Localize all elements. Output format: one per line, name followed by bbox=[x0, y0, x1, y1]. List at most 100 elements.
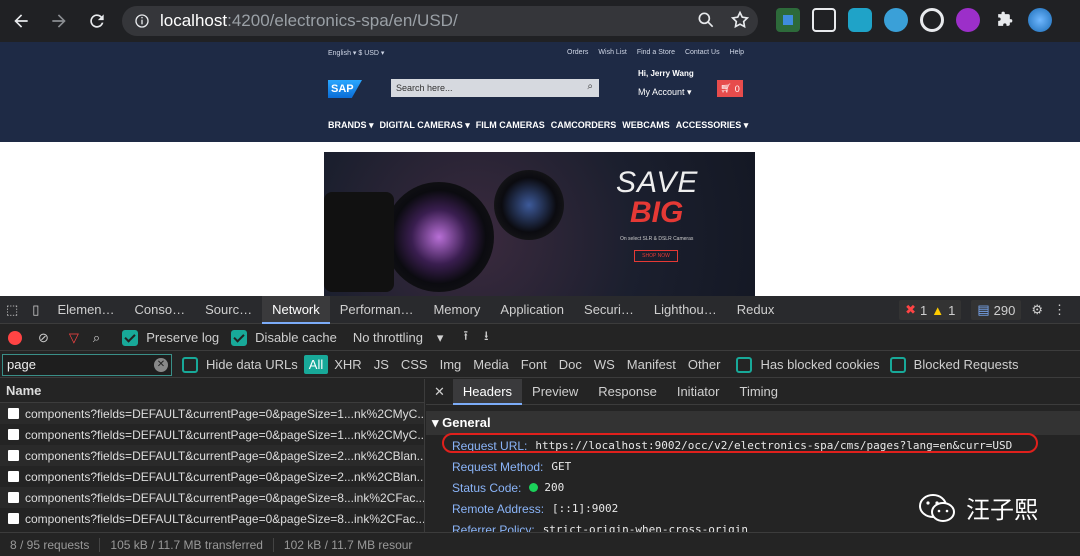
nav-brands[interactable]: BRANDS ▾ bbox=[328, 120, 374, 131]
extension-target-icon[interactable] bbox=[920, 8, 944, 32]
tab-elements[interactable]: Elemen… bbox=[47, 296, 124, 324]
more-options-icon[interactable]: ⋮ bbox=[1053, 302, 1066, 318]
request-row[interactable]: components?fields=DEFAULT&currentPage=0&… bbox=[0, 487, 424, 508]
tab-memory[interactable]: Memory bbox=[423, 296, 490, 324]
device-toolbar-icon[interactable]: ▯ bbox=[24, 296, 47, 324]
type-filter-xhr[interactable]: XHR bbox=[328, 357, 367, 372]
extension-house-icon[interactable] bbox=[848, 8, 872, 32]
type-filter-js[interactable]: JS bbox=[368, 357, 395, 372]
tab-security[interactable]: Securi… bbox=[574, 296, 644, 324]
export-har-icon[interactable]: ⭳ bbox=[484, 327, 489, 349]
tab-preview[interactable]: Preview bbox=[522, 379, 588, 405]
wechat-icon bbox=[919, 493, 955, 522]
message-count: 290 bbox=[993, 302, 1016, 318]
tab-lighthouse[interactable]: Lighthou… bbox=[644, 296, 727, 324]
clear-icon[interactable]: ⊘ bbox=[38, 330, 49, 346]
cart-button[interactable]: 🛒︎ 0 bbox=[717, 80, 743, 97]
link-contact-us[interactable]: Contact Us bbox=[685, 49, 720, 56]
nav-webcams[interactable]: WEBCAMS bbox=[622, 120, 670, 131]
type-filter-doc[interactable]: Doc bbox=[553, 357, 588, 372]
cart-icon: 🛒︎ bbox=[720, 83, 732, 93]
reload-button[interactable] bbox=[80, 4, 114, 38]
filter-icon[interactable]: ▽ bbox=[69, 330, 79, 346]
messages-badge[interactable]: ▤ 290 bbox=[971, 300, 1022, 320]
preserve-log-checkbox[interactable] bbox=[122, 329, 139, 346]
general-section-header[interactable]: ▾ General bbox=[426, 411, 1080, 435]
extension-monitor-icon[interactable] bbox=[812, 8, 836, 32]
extension-owl-icon[interactable] bbox=[884, 8, 908, 32]
filter-input[interactable]: page ✕ bbox=[2, 354, 172, 376]
link-wish-list[interactable]: Wish List bbox=[598, 49, 626, 56]
link-orders[interactable]: Orders bbox=[567, 49, 588, 56]
record-icon[interactable] bbox=[8, 330, 22, 345]
type-filter-css[interactable]: CSS bbox=[395, 357, 434, 372]
type-filter-all[interactable]: All bbox=[303, 355, 329, 374]
file-icon bbox=[8, 429, 19, 440]
inspect-element-icon[interactable]: ⬚ bbox=[0, 296, 24, 324]
type-filter-media[interactable]: Media bbox=[467, 357, 514, 372]
request-row[interactable]: components?fields=DEFAULT&currentPage=0&… bbox=[0, 466, 424, 487]
request-row[interactable]: components?fields=DEFAULT&currentPage=0&… bbox=[0, 424, 424, 445]
tab-redux[interactable]: Redux bbox=[727, 296, 785, 324]
request-count: 8 / 95 requests bbox=[0, 537, 101, 552]
has-blocked-cookies-checkbox[interactable] bbox=[736, 356, 753, 373]
link-help[interactable]: Help bbox=[730, 49, 744, 56]
extensions-puzzle-icon[interactable] bbox=[992, 8, 1016, 32]
sap-logo[interactable]: SAP bbox=[328, 80, 362, 98]
tab-performance[interactable]: Performan… bbox=[330, 296, 424, 324]
tab-application[interactable]: Application bbox=[490, 296, 574, 324]
extension-purple-icon[interactable] bbox=[956, 8, 980, 32]
nav-digital-cameras[interactable]: DIGITAL CAMERAS ▾ bbox=[380, 120, 470, 131]
nav-camcorders[interactable]: CAMCORDERS bbox=[551, 120, 617, 131]
tab-sources[interactable]: Sourc… bbox=[195, 296, 262, 324]
category-nav: BRANDS ▾ DIGITAL CAMERAS ▾ FILM CAMERAS … bbox=[328, 120, 748, 131]
type-filter-font[interactable]: Font bbox=[515, 357, 553, 372]
profile-avatar-icon[interactable] bbox=[1028, 8, 1052, 32]
address-bar[interactable]: localhost:4200/electronics-spa/en/USD/ bbox=[122, 6, 758, 36]
zoom-icon[interactable] bbox=[696, 10, 716, 30]
hide-data-urls-label: Hide data URLs bbox=[206, 357, 298, 372]
tab-initiator[interactable]: Initiator bbox=[667, 379, 730, 405]
close-details-icon[interactable]: ✕ bbox=[426, 384, 453, 400]
nav-film-cameras[interactable]: FILM CAMERAS bbox=[476, 120, 545, 131]
search-icon[interactable]: ⌕ bbox=[93, 330, 100, 346]
request-name: components?fields=DEFAULT&currentPage=0&… bbox=[25, 490, 424, 505]
import-har-icon[interactable]: ⭱ bbox=[463, 327, 468, 349]
shop-now-button[interactable]: SHOP NOW bbox=[634, 250, 678, 262]
site-search-input[interactable]: Search here... ⌕ bbox=[391, 79, 599, 97]
language-currency-selector[interactable]: English ▾ $ USD ▾ bbox=[328, 49, 384, 57]
request-row[interactable]: components?fields=DEFAULT&currentPage=0&… bbox=[0, 508, 424, 529]
name-column-header[interactable]: Name bbox=[0, 379, 424, 403]
file-icon bbox=[8, 471, 19, 482]
back-button[interactable] bbox=[4, 4, 38, 38]
arrow-right-icon bbox=[52, 14, 66, 28]
request-row[interactable]: components?fields=DEFAULT&currentPage=0&… bbox=[0, 403, 424, 424]
tab-timing[interactable]: Timing bbox=[729, 379, 788, 405]
type-filter-other[interactable]: Other bbox=[682, 357, 727, 372]
type-filter-manifest[interactable]: Manifest bbox=[621, 357, 682, 372]
tab-response[interactable]: Response bbox=[588, 379, 667, 405]
extension-redux-icon[interactable] bbox=[776, 8, 800, 32]
link-find-store[interactable]: Find a Store bbox=[637, 49, 675, 56]
my-account-menu[interactable]: My Account ▾ bbox=[638, 87, 694, 98]
request-list: Name components?fields=DEFAULT&currentPa… bbox=[0, 379, 425, 556]
clear-filter-icon[interactable]: ✕ bbox=[154, 358, 168, 372]
hide-data-urls-checkbox[interactable] bbox=[182, 356, 198, 373]
request-row[interactable]: components?fields=DEFAULT&currentPage=0&… bbox=[0, 445, 424, 466]
search-icon[interactable]: ⌕ bbox=[587, 81, 593, 92]
promo-banner[interactable]: SAVE BIG On select SLR & DSLR Cameras SH… bbox=[324, 152, 755, 296]
issues-badge[interactable]: ✖ 1 ▲ 1 bbox=[899, 300, 962, 320]
throttling-select[interactable]: No throttling ▾ bbox=[353, 330, 444, 346]
nav-accessories[interactable]: ACCESSORIES ▾ bbox=[676, 120, 749, 131]
tab-headers[interactable]: Headers bbox=[452, 378, 523, 405]
forward-button[interactable] bbox=[42, 4, 76, 38]
tab-console[interactable]: Conso… bbox=[125, 296, 196, 324]
bookmark-star-icon[interactable] bbox=[730, 10, 750, 30]
type-filter-img[interactable]: Img bbox=[434, 357, 468, 372]
disable-cache-checkbox[interactable] bbox=[231, 329, 248, 346]
blocked-requests-checkbox[interactable] bbox=[889, 356, 906, 373]
type-filter-ws[interactable]: WS bbox=[588, 357, 621, 372]
settings-gear-icon[interactable]: ⚙ bbox=[1031, 302, 1043, 318]
tab-network[interactable]: Network bbox=[262, 295, 330, 324]
devtools-tabs: ⬚ ▯ Elemen… Conso… Sourc… Network Perfor… bbox=[0, 295, 1080, 324]
